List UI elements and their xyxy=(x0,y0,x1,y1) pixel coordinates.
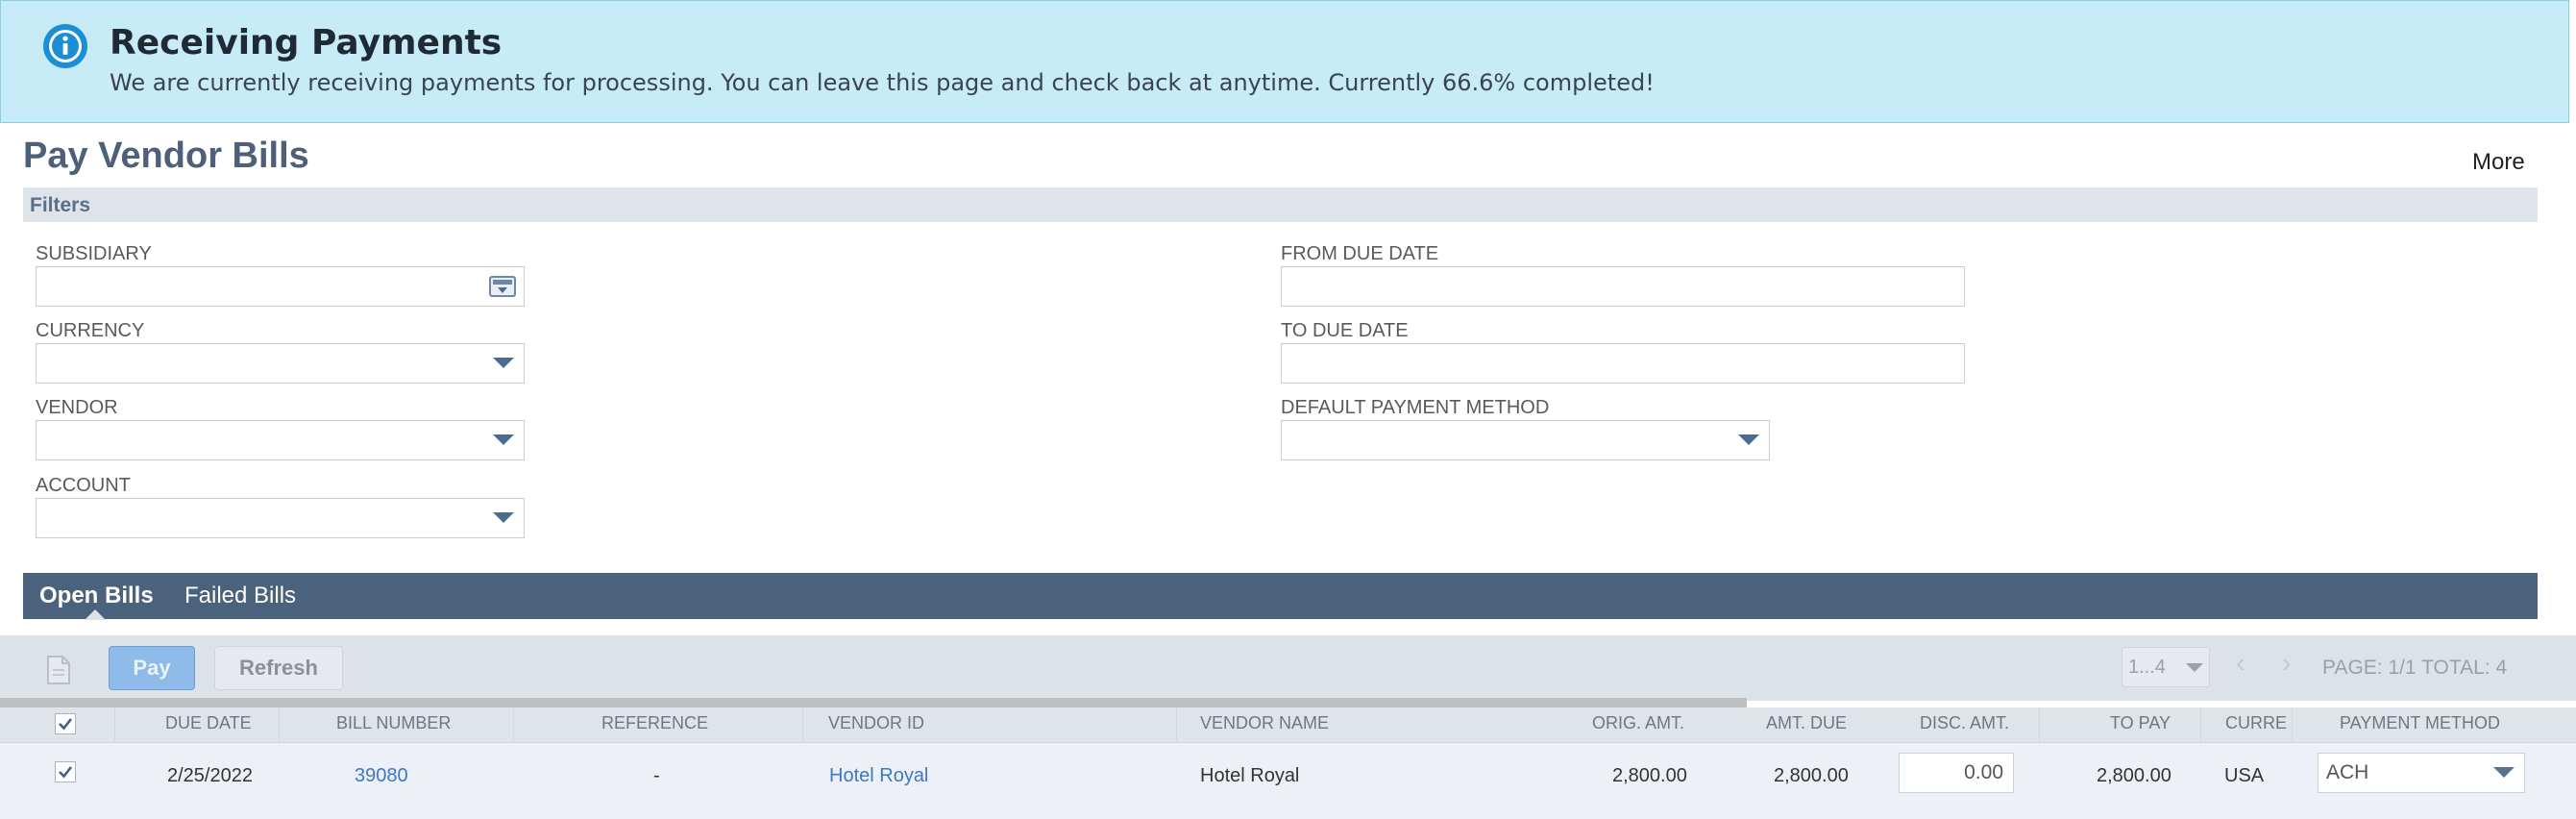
tab-bar xyxy=(23,573,2538,619)
active-tab-indicator xyxy=(85,609,106,620)
chevron-down-icon xyxy=(1738,434,1759,445)
currency-cell: USA xyxy=(2224,765,2265,786)
amt-due-cell: 2,800.00 xyxy=(1774,765,1849,786)
orig-amt-cell: 2,800.00 xyxy=(1612,765,1687,786)
column-header-bill-number[interactable]: BILL NUMBER xyxy=(336,713,451,733)
more-button[interactable]: More xyxy=(2472,149,2525,176)
vendor-name-cell: Hotel Royal xyxy=(1200,765,1300,786)
subsidiary-field[interactable] xyxy=(36,266,525,307)
default-payment-method-select[interactable] xyxy=(1281,420,1770,460)
column-header-due-date[interactable]: DUE DATE xyxy=(165,713,252,733)
vendor-select[interactable] xyxy=(36,420,525,460)
column-header-currency[interactable]: CURRE xyxy=(2225,713,2287,733)
tab-failed-bills[interactable]: Failed Bills xyxy=(184,583,296,609)
vendor-label: VENDOR xyxy=(36,397,118,418)
banner-title: Receiving Payments xyxy=(110,23,503,62)
account-label: ACCOUNT xyxy=(36,475,131,496)
chevron-down-icon xyxy=(493,358,514,368)
chevron-down-icon xyxy=(493,434,514,445)
filters-label: Filters xyxy=(30,194,91,216)
chevron-right-icon[interactable]: › xyxy=(2282,648,2291,679)
column-header-vendor-id[interactable]: VENDOR ID xyxy=(828,713,924,733)
to-pay-cell: 2,800.00 xyxy=(2097,765,2171,786)
pay-button[interactable]: Pay xyxy=(109,646,195,690)
bill-number-link[interactable]: 39080 xyxy=(355,765,408,787)
chevron-down-icon xyxy=(493,512,514,523)
info-icon xyxy=(43,24,87,68)
chevron-down-icon xyxy=(2186,663,2203,672)
horizontal-scrollbar[interactable] xyxy=(0,698,1747,707)
currency-select[interactable] xyxy=(36,343,525,384)
column-header-disc-amt[interactable]: DISC. AMT. xyxy=(1920,713,2009,733)
row-select-checkbox[interactable] xyxy=(55,761,76,782)
select-all-checkbox[interactable] xyxy=(55,713,76,734)
filters-section-header[interactable] xyxy=(23,187,2538,222)
page-range-select[interactable]: 1...4 xyxy=(2122,647,2210,687)
dropdown-list-icon[interactable] xyxy=(489,276,516,297)
reference-cell: - xyxy=(653,765,660,786)
page-title: Pay Vendor Bills xyxy=(23,136,309,176)
page-range-value: 1...4 xyxy=(2128,657,2166,678)
pagination-info: PAGE: 1/1 TOTAL: 4 xyxy=(2322,657,2508,679)
column-header-to-pay[interactable]: TO PAY xyxy=(2110,713,2171,733)
tab-open-bills[interactable]: Open Bills xyxy=(39,583,154,609)
column-header-reference[interactable]: REFERENCE xyxy=(601,713,708,733)
currency-label: CURRENCY xyxy=(36,320,145,341)
discount-amount-input[interactable]: 0.00 xyxy=(1899,753,2014,793)
payment-method-value: ACH xyxy=(2326,761,2369,783)
banner-message: We are currently receiving payments for … xyxy=(110,69,1655,96)
default-payment-method-label: DEFAULT PAYMENT METHOD xyxy=(1281,397,1550,418)
to-due-date-label: TO DUE DATE xyxy=(1281,320,1409,341)
column-header-orig-amt[interactable]: ORIG. AMT. xyxy=(1592,713,1684,733)
refresh-button[interactable]: Refresh xyxy=(214,646,343,690)
from-due-date-field[interactable] xyxy=(1281,266,1965,307)
subsidiary-label: SUBSIDIARY xyxy=(36,243,152,264)
account-select[interactable] xyxy=(36,498,525,538)
from-due-date-label: FROM DUE DATE xyxy=(1281,243,1439,264)
checkmark-icon xyxy=(59,766,73,779)
vendor-id-link[interactable]: Hotel Royal xyxy=(829,765,928,787)
to-due-date-field[interactable] xyxy=(1281,343,1965,384)
payment-method-select[interactable]: ACH xyxy=(2318,753,2525,793)
checkmark-icon xyxy=(59,718,73,731)
chevron-left-icon[interactable]: ‹ xyxy=(2236,648,2245,679)
document-icon[interactable] xyxy=(45,655,72,685)
column-header-amt-due[interactable]: AMT. DUE xyxy=(1766,713,1847,733)
column-header-vendor-name[interactable]: VENDOR NAME xyxy=(1200,713,1329,733)
column-header-payment-method[interactable]: PAYMENT METHOD xyxy=(2340,713,2500,733)
due-date-cell: 2/25/2022 xyxy=(167,765,253,786)
chevron-down-icon xyxy=(2493,767,2515,778)
